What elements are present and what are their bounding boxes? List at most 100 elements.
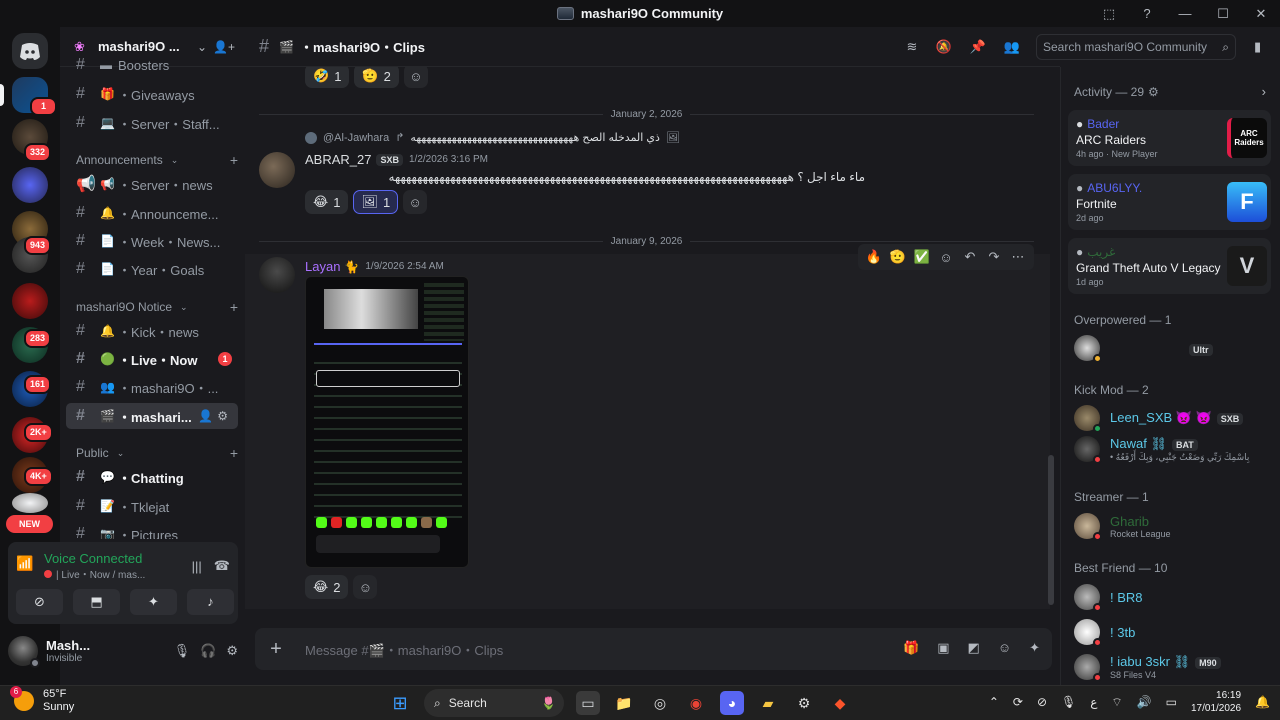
activity-card[interactable]: ● ABU6LYY. Fortnite 2d ago F [1068,174,1271,230]
gear-icon[interactable]: ⚙ [1148,85,1159,99]
soundboard-button[interactable]: ♪ [187,589,234,615]
clock[interactable]: 16:19 17/01/2026 [1191,689,1241,715]
language-indicator[interactable]: ع [1090,695,1097,709]
quick-react-fire[interactable]: 🔥 [864,249,884,265]
message-composer[interactable]: + Message #🎬・mashari9O・Clips 🎁 ▣ ◩ ☺ ✦ [255,628,1052,670]
volume-icon[interactable]: 🔊 [1137,695,1152,709]
reaction[interactable]: 🤣 1 [305,67,350,88]
channel-boosters[interactable]: # ▬ Boosters [66,55,238,75]
member-row[interactable]: Nawaf ⛓ BAT • بِاسْمِكَ رَبِّي وَضَعْتُ جَ… [1074,433,1274,465]
server-icon[interactable] [12,167,48,203]
reaction[interactable]: 😂 2 [305,575,349,599]
more-icon[interactable]: ⋯ [1008,249,1028,265]
pin-icon[interactable]: 📌 [970,39,986,55]
microphone-icon[interactable]: 🎙 [174,643,191,659]
author-name[interactable]: Layan [305,259,340,274]
avatar[interactable] [259,257,295,293]
channel-server-news[interactable]: 📢 📢 ・Server・news [66,171,238,197]
reaction[interactable]: 😂 1 [305,190,349,214]
activity-card[interactable]: ● غريب Grand Theft Auto V Legacy 1d ago V [1068,238,1271,294]
channel-pictures[interactable]: # 📷 ・Pictures [66,521,238,539]
channel-kick-news[interactable]: # 🔔 ・Kick・news [66,318,238,344]
gif-icon[interactable]: ▣ [937,640,949,656]
maximize-button[interactable]: ☐ [1204,6,1242,22]
category-notice[interactable]: mashari9O Notice ⌄ + [76,298,238,316]
add-reaction-button[interactable]: ☺ [353,575,378,599]
help-icon[interactable]: ? [1128,6,1166,21]
chevron-right-icon[interactable]: › [1262,84,1266,99]
author-name[interactable]: ABRAR_27 [305,152,371,167]
soundboard-icon[interactable]: ||| [192,559,202,574]
headphones-icon[interactable]: 🎧 [200,643,216,659]
weather-widget[interactable]: 6 65°F Sunny [10,686,74,714]
add-channel-icon[interactable]: + [230,299,238,315]
forward-icon[interactable]: ↷ [984,249,1004,265]
camera-off-button[interactable]: ⊘ [16,589,63,615]
windows-start-icon[interactable]: ⊞ [388,691,412,715]
mute-bell-icon[interactable]: 🔕 [935,39,951,55]
reply-preview[interactable]: @Al-Jawhara ↱ ذي المدخله الصح هههههههههه… [305,131,680,144]
avatar[interactable] [8,636,40,668]
channel-announcements[interactable]: # 🔔 ・Announceme... [66,200,238,226]
member-row[interactable]: Gharib Rocket League [1074,510,1274,542]
file-explorer-icon[interactable]: 📁 [612,691,636,715]
add-reaction-button[interactable]: ☺ [403,67,428,88]
channel-chatting[interactable]: # 💬 ・Chatting [66,464,238,490]
server-icon[interactable] [12,283,48,319]
reaction[interactable]: 🫡 2 [354,67,399,88]
member-row[interactable]: Leen_SXB 👿 👿 SXB [1074,402,1274,434]
chevron-up-icon[interactable]: ⌃ [989,695,999,709]
member-row[interactable]: ! BR8 [1074,581,1274,613]
channel-server-staff[interactable]: # 💻 ・Server・Staff... [66,110,238,136]
channel-year-goals[interactable]: # 📄 ・Year・Goals [66,256,238,282]
search-input[interactable]: Search mashari9O Community ⌕ [1036,34,1236,60]
chevron-down-icon[interactable]: ⌄ [197,40,207,54]
member-row[interactable]: ! iabu 3skr ⛓ M90 S8 Files V4 [1074,651,1274,683]
screen-share-button[interactable]: ⬒ [73,589,120,615]
gift-icon[interactable]: 🎁 [903,640,919,656]
quick-react-salute[interactable]: 🫡 [888,249,908,265]
reaction[interactable]: 🖼 1 [353,190,399,214]
close-button[interactable]: ✕ [1242,6,1280,22]
chrome-icon[interactable]: ◉ [684,691,708,715]
scrollbar[interactable] [1048,455,1054,605]
voice-channel[interactable]: | Live・Now / mas... [44,566,180,581]
avatar[interactable] [259,152,295,188]
inbox-icon[interactable]: ▮ [1254,39,1261,55]
gear-icon[interactable]: ⚙ [226,643,238,659]
apps-icon[interactable]: ✦ [1029,640,1040,656]
inbox-icon[interactable]: ⬚ [1090,6,1128,22]
network-off-icon[interactable]: ⊘ [1037,695,1047,709]
add-reaction-icon[interactable]: ☺ [936,250,956,265]
category-public[interactable]: Public ⌄ + [76,444,238,462]
attach-plus-icon[interactable]: + [255,638,297,661]
channel-mashari9o[interactable]: # 👥 ・mashari9O・... [66,374,238,400]
battery-icon[interactable]: ▭ [1166,695,1177,709]
wifi-icon[interactable]: ⌔ [1111,695,1122,710]
channel-settings-icon[interactable]: 👤⚙ [198,409,232,423]
activities-button[interactable]: ✦ [130,589,177,615]
username[interactable]: Mash... [46,638,164,653]
member-row[interactable]: ! 3tb [1074,616,1274,648]
threads-icon[interactable]: ≋ [907,39,918,55]
notifications-icon[interactable]: 🔔 [1255,695,1270,709]
category-announcements[interactable]: Announcements ⌄ + [76,151,238,169]
channel-clips[interactable]: # 🎬 ・mashari... 👤⚙ [66,403,238,429]
brave-icon[interactable]: ◆ [828,691,852,715]
discord-taskbar-icon[interactable]: ◕ [720,691,744,715]
server-icon[interactable] [12,493,48,513]
quick-react-check[interactable]: ✅ [912,249,932,265]
add-channel-icon[interactable]: + [230,152,238,168]
minimize-button[interactable]: — [1166,6,1204,21]
task-view-icon[interactable]: ▭ [576,691,600,715]
taskbar-search[interactable]: ⌕ Search 🌷 [424,689,564,717]
copilot-icon[interactable]: ◎ [648,691,672,715]
activity-card[interactable]: ● Bader ARC Raiders 4h ago · New Player A… [1068,110,1271,166]
member-list-icon[interactable]: 👥 [1004,39,1020,55]
image-attachment[interactable] [305,276,469,568]
steam-icon[interactable]: ⚙ [792,691,816,715]
channel-tklejat[interactable]: # 📝 ・Tklejat [66,493,238,519]
message-input[interactable]: Message #🎬・mashari9O・Clips [305,640,503,659]
discord-home-button[interactable] [12,33,48,69]
sticker-icon[interactable]: ◩ [968,640,980,656]
